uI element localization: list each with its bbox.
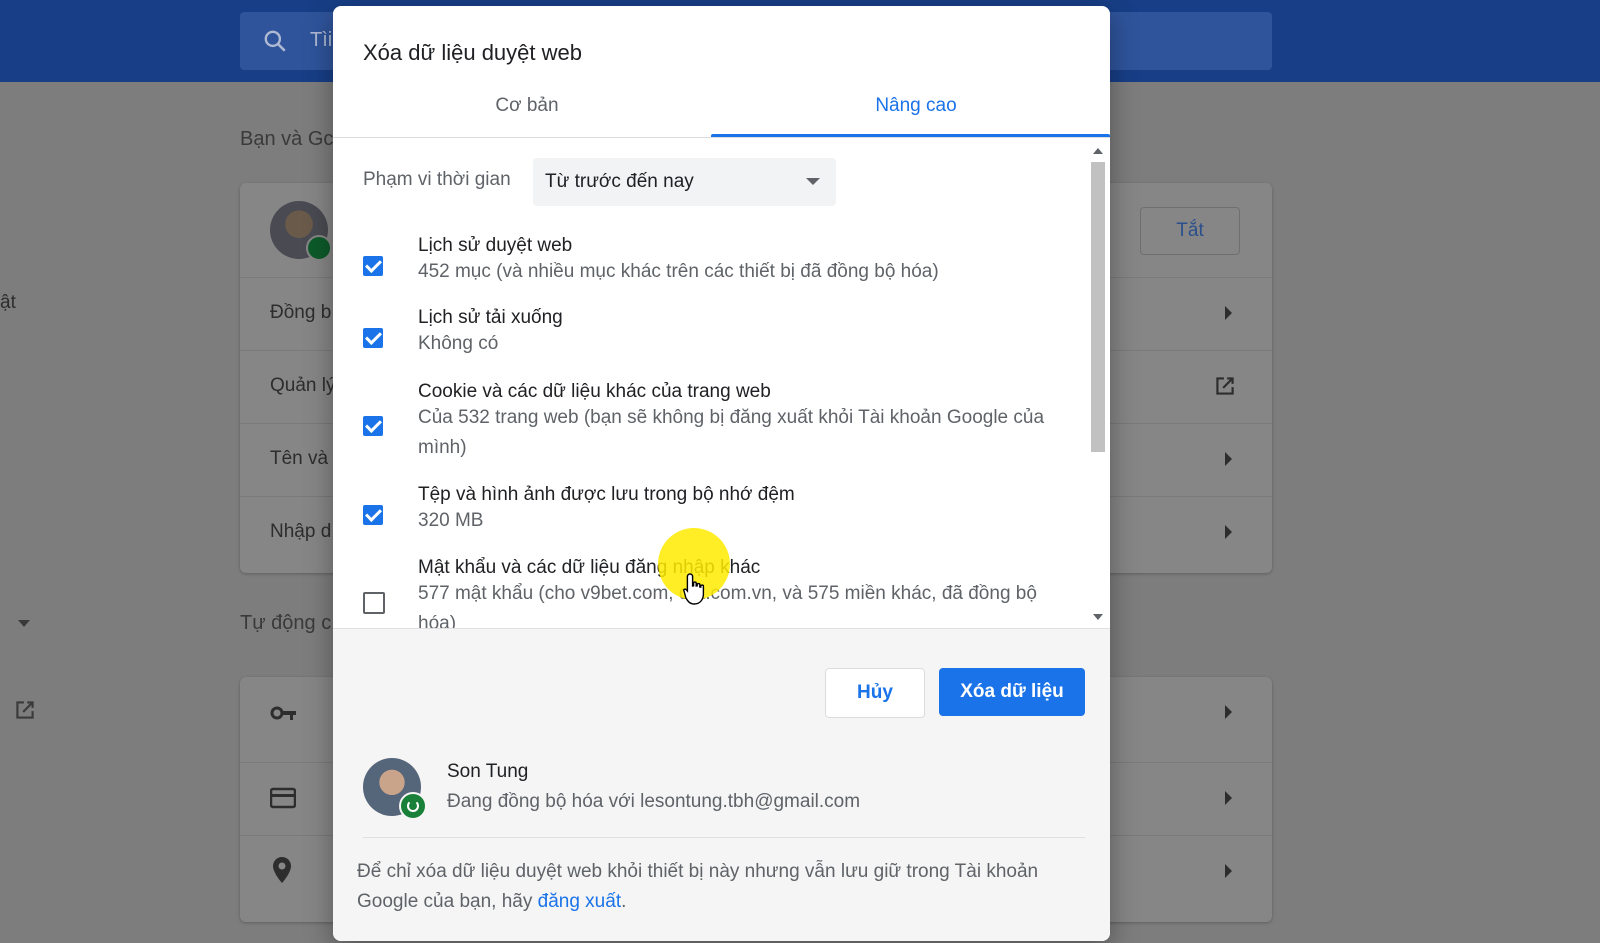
time-range-label: Phạm vi thời gian xyxy=(363,169,511,190)
checkbox-cookies[interactable] xyxy=(363,416,383,436)
tab-basic[interactable]: Cơ bản xyxy=(333,82,721,137)
time-range-select[interactable]: Từ trước đến nay xyxy=(533,158,836,206)
dialog-title: Xóa dữ liệu duyệt web xyxy=(363,40,582,65)
active-tab-indicator xyxy=(711,134,1110,137)
dialog-footer: Hủy Xóa dữ liệu Son Tung Đang đồng bộ hó… xyxy=(333,628,1110,941)
row-label: Tên và xyxy=(270,448,329,469)
key-icon xyxy=(270,706,296,720)
checkbox-passwords[interactable] xyxy=(363,592,385,614)
avatar xyxy=(270,201,332,261)
item-desc: Của 532 trang web (bạn sẽ không bị đăng … xyxy=(418,407,1045,458)
open-external-icon xyxy=(1216,377,1234,395)
item-title: Tệp và hình ảnh được lưu trong bộ nhớ đệ… xyxy=(418,484,795,505)
tab-advanced[interactable]: Nâng cao xyxy=(722,82,1110,137)
dialog-tabs: Cơ bản Nâng cao xyxy=(333,82,1110,138)
sync-badge-icon xyxy=(399,792,427,820)
chevron-down-icon[interactable] xyxy=(18,620,30,627)
account-avatar xyxy=(363,758,427,820)
search-placeholder: Tìi xyxy=(310,29,333,51)
item-title: Lịch sử tải xuống xyxy=(418,307,563,328)
chevron-right-icon xyxy=(1225,525,1232,539)
account-name: Son Tung xyxy=(447,761,529,782)
credit-card-icon xyxy=(270,787,296,809)
checkbox-download-history[interactable] xyxy=(363,328,383,348)
chevron-right-icon xyxy=(1225,791,1232,805)
item-desc: Không có xyxy=(418,333,499,354)
left-nav-partial-label: ật xyxy=(0,292,16,313)
location-pin-icon xyxy=(273,857,291,883)
sync-badge-icon xyxy=(306,235,332,261)
dropdown-arrow-icon xyxy=(806,178,820,185)
account-sync-status: Đang đồng bộ hóa với lesontung.tbh@gmail… xyxy=(447,791,861,812)
chevron-right-icon xyxy=(1225,452,1232,466)
divider xyxy=(363,837,1085,838)
checkbox-browsing-history[interactable] xyxy=(363,256,383,276)
content-scrollbar[interactable] xyxy=(1088,138,1108,628)
clear-data-button[interactable]: Xóa dữ liệu xyxy=(939,668,1085,716)
scrollbar-thumb[interactable] xyxy=(1091,162,1105,452)
item-title: Lịch sử duyệt web xyxy=(418,235,573,256)
clear-browsing-data-dialog: Xóa dữ liệu duyệt web Cơ bản Nâng cao Ph… xyxy=(333,6,1110,941)
hand-cursor-icon xyxy=(683,573,705,605)
chevron-right-icon xyxy=(1225,864,1232,878)
note-text: Để chỉ xóa dữ liệu duyệt web khỏi thiết … xyxy=(357,861,1039,912)
chevron-right-icon xyxy=(1225,306,1232,320)
chevron-right-icon xyxy=(1225,705,1232,719)
list-item: Cookie và các dữ liệu khác của trang web… xyxy=(333,379,1073,469)
item-title: Cookie và các dữ liệu khác của trang web xyxy=(418,381,771,402)
item-desc: 577 mật khẩu (cho v9bet.com, dbt.com.vn,… xyxy=(418,583,1037,628)
cancel-button[interactable]: Hủy xyxy=(825,668,925,718)
section-title-autofill: Tự động c xyxy=(240,612,332,634)
sign-out-link[interactable]: đăng xuất xyxy=(538,891,621,912)
checkbox-cached-images[interactable] xyxy=(363,505,383,525)
item-desc: 452 mục (và nhiều mục khác trên các thiế… xyxy=(418,261,939,282)
open-external-icon[interactable] xyxy=(12,697,38,723)
list-item: Lịch sử tải xuống Không có xyxy=(333,305,1073,365)
row-label: Quản lý xyxy=(270,375,336,396)
item-desc: 320 MB xyxy=(418,510,484,531)
scroll-down-arrow-icon[interactable] xyxy=(1093,614,1103,620)
row-label: Nhập d xyxy=(270,521,332,542)
sign-out-note: Để chỉ xóa dữ liệu duyệt web khỏi thiết … xyxy=(357,857,1077,917)
row-label: Đồng b xyxy=(270,302,332,323)
note-end: . xyxy=(621,891,627,912)
section-title-you-and-google: Bạn và Gc xyxy=(240,128,334,150)
time-range-value: Từ trước đến nay xyxy=(545,171,694,192)
scroll-up-arrow-icon[interactable] xyxy=(1093,148,1103,154)
turn-off-sync-button[interactable]: Tắt xyxy=(1140,207,1240,255)
search-icon xyxy=(264,30,286,52)
list-item: Lịch sử duyệt web 452 mục (và nhiều mục … xyxy=(333,232,1073,292)
